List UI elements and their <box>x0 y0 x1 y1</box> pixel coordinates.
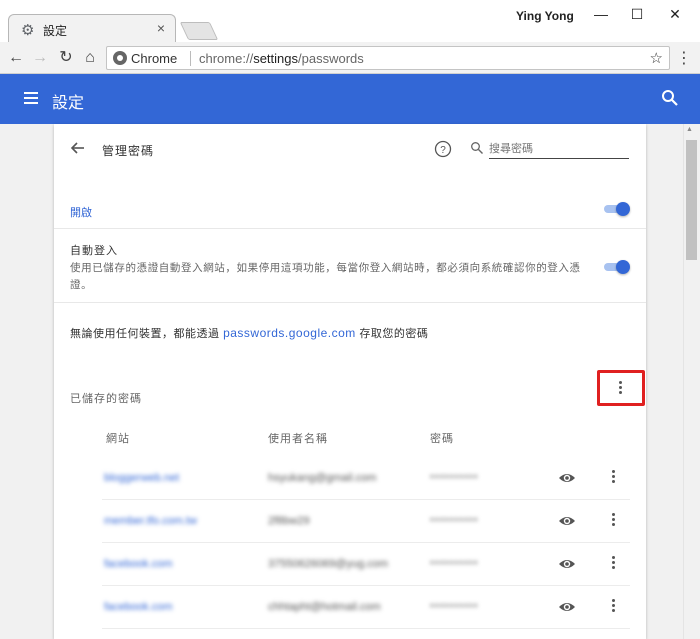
show-password-icon[interactable] <box>558 557 576 571</box>
divider <box>54 228 646 229</box>
bookmark-star-icon[interactable]: ☆ <box>650 49 663 67</box>
row-password: •••••••••• <box>430 514 479 526</box>
table-row: facebook.com 37550626069@yug.com •••••••… <box>102 544 630 586</box>
home-button[interactable]: ⌂ <box>80 48 100 68</box>
settings-title: 設定 <box>52 95 85 112</box>
close-window-button[interactable]: ✕ <box>660 4 690 24</box>
back-arrow-icon[interactable] <box>68 138 88 158</box>
browser-toolbar: ← → ↻ ⌂ Chrome chrome://settings/passwor… <box>0 42 700 74</box>
row-password: •••••••••• <box>430 471 479 483</box>
row-site[interactable]: facebook.com <box>104 558 172 570</box>
row-menu-icon[interactable] <box>612 513 616 528</box>
passwords-google-link[interactable]: passwords.google.com <box>223 326 356 340</box>
help-icon[interactable]: ? <box>434 140 452 158</box>
show-password-icon[interactable] <box>558 471 576 485</box>
row-menu-icon[interactable] <box>612 470 616 485</box>
scroll-up-arrow-icon[interactable]: ▲ <box>686 126 693 133</box>
address-bar[interactable]: Chrome chrome://settings/passwords ☆ <box>106 46 670 70</box>
page-title: 管理密碼 <box>102 144 155 158</box>
menu-icon[interactable] <box>24 92 38 104</box>
svg-text:?: ? <box>440 145 446 156</box>
title-bar: ⚙ 設定 × Ying Yong — ☐ ✕ <box>0 0 700 44</box>
omnibox-separator <box>190 51 191 66</box>
tab-title: 設定 <box>43 24 68 38</box>
column-header-username: 使用者名稱 <box>268 433 328 445</box>
forward-button[interactable]: → <box>30 48 50 68</box>
row-site[interactable]: bloggerweb.net <box>104 472 179 484</box>
autosignin-toggle[interactable] <box>604 260 630 274</box>
gear-icon: ⚙ <box>21 22 35 39</box>
back-button[interactable]: ← <box>6 48 26 68</box>
settings-header: 設定 <box>0 74 700 124</box>
row-password: •••••••••• <box>430 600 479 612</box>
table-row: facebook.com chhtapht@hotmail.com ••••••… <box>102 587 630 629</box>
divider <box>54 302 646 303</box>
minimize-button[interactable]: — <box>586 4 616 24</box>
autosignin-description: 使用已儲存的憑證自動登入網站，如果停用這項功能，每當你登入網站時，都必須向系統確… <box>70 262 581 291</box>
row-username: hsyukang@gmail.com <box>268 472 377 484</box>
table-row: bloggerweb.net hsyukang@gmail.com ••••••… <box>102 458 630 500</box>
chrome-menu-icon[interactable]: ⋮ <box>676 48 692 68</box>
maximize-button[interactable]: ☐ <box>622 4 652 24</box>
row-username: chhtapht@hotmail.com <box>268 601 381 613</box>
origin-chip: Chrome <box>131 51 178 66</box>
search-icon[interactable] <box>660 88 680 108</box>
new-tab-button[interactable] <box>179 22 219 40</box>
subpage-header: 管理密碼 ? <box>54 124 646 176</box>
row-site[interactable]: facebook.com <box>104 601 172 613</box>
profile-name[interactable]: Ying Yong <box>516 9 574 23</box>
url-text: chrome://settings/passwords <box>199 51 364 66</box>
column-header-password: 密碼 <box>430 433 454 445</box>
search-icon <box>471 142 483 154</box>
reload-button[interactable]: ↻ <box>56 48 76 68</box>
column-header-site: 網站 <box>106 433 130 445</box>
saved-passwords-heading: 已儲存的密碼 <box>70 393 142 405</box>
row-username: 2f8bw29 <box>268 515 310 527</box>
password-search <box>468 136 629 160</box>
more-actions-icon[interactable] <box>619 381 623 396</box>
passwords-card: 管理密碼 ? 開啟 自動登入 使用已儲存的憑證自動登入網站，如果停用這項功能，每… <box>54 124 646 639</box>
password-saving-toggle[interactable] <box>604 202 630 216</box>
search-input[interactable] <box>489 139 629 159</box>
tab-close-button[interactable]: × <box>157 20 165 36</box>
row-menu-icon[interactable] <box>612 556 616 571</box>
autosignin-title: 自動登入 <box>70 245 118 257</box>
show-password-icon[interactable] <box>558 514 576 528</box>
row-site[interactable]: member.tfo.com.tw <box>104 515 197 527</box>
row-menu-icon[interactable] <box>612 599 616 614</box>
show-password-icon[interactable] <box>558 600 576 614</box>
table-row: member.tfo.com.tw 2f8bw29 •••••••••• <box>102 501 630 543</box>
chrome-page-icon <box>113 51 127 65</box>
tab-settings[interactable]: ⚙ 設定 × <box>8 14 176 44</box>
scrollbar-thumb[interactable] <box>686 140 697 260</box>
row-password: •••••••••• <box>430 557 479 569</box>
sync-info-text: 無論使用任何裝置，都能透過 passwords.google.com 存取您的密… <box>70 326 429 340</box>
row-username: 37550626069@yug.com <box>268 558 389 570</box>
enabled-label: 開啟 <box>70 207 92 219</box>
